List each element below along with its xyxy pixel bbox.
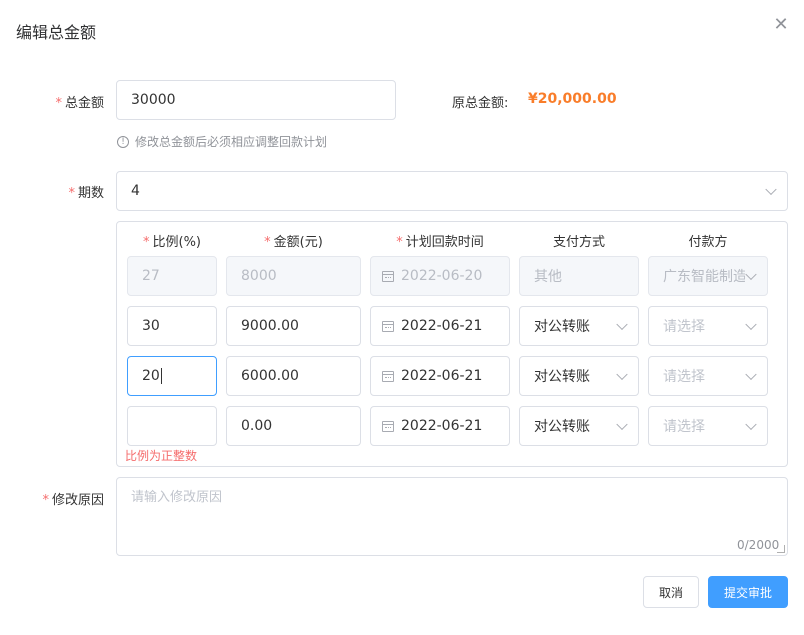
date-picker[interactable]: 2022-06-21	[370, 356, 510, 396]
required-mark: *	[68, 186, 75, 201]
ratio-input[interactable]: 20	[127, 356, 217, 396]
reason-label: * 修改原因	[0, 489, 104, 508]
header-date-text: 计划回款时间	[405, 235, 484, 250]
text-cursor	[160, 368, 162, 384]
header-ratio: * 比例(%)	[127, 231, 217, 250]
method-value: 对公转账	[534, 419, 590, 435]
ratio-input[interactable]	[127, 406, 217, 446]
payer-placeholder: 请选择	[663, 419, 705, 435]
date-value: 2022-06-21	[401, 418, 483, 434]
payer-select[interactable]: 请选择	[648, 306, 768, 346]
header-amount: * 金额(元)	[226, 231, 361, 250]
payer-placeholder: 请选择	[663, 369, 705, 385]
chevron-down-icon	[765, 183, 777, 196]
ratio-value: 27	[142, 268, 160, 284]
submit-approval-button[interactable]: 提交审批	[708, 576, 788, 608]
method-value: 对公转账	[534, 319, 590, 335]
total-amount-input[interactable]: 30000	[116, 80, 396, 120]
reason-placeholder: 请输入修改原因	[131, 490, 223, 505]
periods-label-text: 期数	[77, 186, 104, 201]
header-ratio-text: 比例(%)	[152, 235, 202, 250]
chevron-down-icon	[616, 318, 628, 331]
total-amount-value: 30000	[131, 92, 176, 108]
cancel-button[interactable]: 取消	[643, 576, 699, 608]
resize-handle[interactable]	[777, 545, 785, 553]
chevron-down-icon	[616, 368, 628, 381]
periods-label: * 期数	[0, 182, 104, 201]
required-mark: *	[55, 96, 62, 111]
payer-select[interactable]: 请选择	[648, 406, 768, 446]
total-tip: ! 修改总金额后必须相应调整回款计划	[117, 133, 327, 150]
reason-textarea[interactable]: 请输入修改原因	[116, 477, 788, 556]
method-select[interactable]: 对公转账	[519, 406, 639, 446]
required-mark: *	[396, 235, 403, 250]
periods-select[interactable]: 4	[116, 171, 788, 211]
date-picker[interactable]: 2022-06-21	[370, 406, 510, 446]
ratio-value: 30	[142, 318, 160, 334]
ratio-input[interactable]: 30	[127, 306, 217, 346]
required-mark: *	[143, 235, 150, 250]
total-tip-text: 修改总金额后必须相应调整回款计划	[135, 135, 328, 149]
amount-value: 6000.00	[241, 368, 299, 384]
reason-label-text: 修改原因	[51, 493, 104, 508]
payer-value: 广东智能制造	[663, 269, 745, 285]
calendar-icon	[382, 420, 394, 432]
original-total-value: ¥20,000.00	[528, 91, 617, 107]
required-mark: *	[42, 493, 49, 508]
method-select[interactable]: 对公转账	[519, 356, 639, 396]
header-date: * 计划回款时间	[370, 231, 510, 250]
payer-select[interactable]: 请选择	[648, 356, 768, 396]
method-select: 其他	[519, 256, 639, 296]
method-value: 其他	[534, 269, 562, 285]
amount-input: 8000	[226, 256, 361, 296]
date-value: 2022-06-21	[401, 318, 483, 334]
date-value: 2022-06-20	[401, 268, 483, 284]
calendar-icon	[382, 370, 394, 382]
chevron-down-icon	[745, 368, 757, 381]
header-payer: 付款方	[688, 235, 728, 250]
date-value: 2022-06-21	[401, 368, 483, 384]
method-value: 对公转账	[534, 369, 590, 385]
periods-value: 4	[131, 183, 140, 199]
amount-value: 0.00	[241, 418, 273, 434]
payer-select: 广东智能制造	[648, 256, 768, 296]
chevron-down-icon	[616, 418, 628, 431]
total-amount-label: * 总金额	[0, 92, 104, 111]
method-select[interactable]: 对公转账	[519, 306, 639, 346]
required-mark: *	[264, 235, 271, 250]
date-picker[interactable]: 2022-06-21	[370, 306, 510, 346]
calendar-icon	[382, 270, 394, 282]
reason-char-counter: 0/2000	[737, 538, 780, 552]
ratio-value: 20	[142, 368, 160, 384]
amount-value: 8000	[241, 268, 277, 284]
amount-input[interactable]: 6000.00	[226, 356, 361, 396]
ratio-error-message: 比例为正整数	[125, 449, 198, 463]
header-method: 支付方式	[552, 235, 605, 250]
chevron-down-icon	[745, 418, 757, 431]
close-icon[interactable]: ✕	[772, 16, 790, 34]
chevron-down-icon	[745, 268, 757, 281]
amount-value: 9000.00	[241, 318, 299, 334]
dialog-title: 编辑总金额	[16, 23, 97, 42]
chevron-down-icon	[745, 318, 757, 331]
calendar-icon	[382, 320, 394, 332]
date-picker: 2022-06-20	[370, 256, 510, 296]
amount-input[interactable]: 9000.00	[226, 306, 361, 346]
payer-placeholder: 请选择	[663, 319, 705, 335]
amount-input[interactable]: 0.00	[226, 406, 361, 446]
header-amount-text: 金额(元)	[273, 235, 323, 250]
original-total-label: 原总金额:	[452, 96, 509, 111]
ratio-input: 27	[127, 256, 217, 296]
info-icon: !	[117, 135, 129, 148]
total-amount-label-text: 总金额	[64, 96, 104, 111]
